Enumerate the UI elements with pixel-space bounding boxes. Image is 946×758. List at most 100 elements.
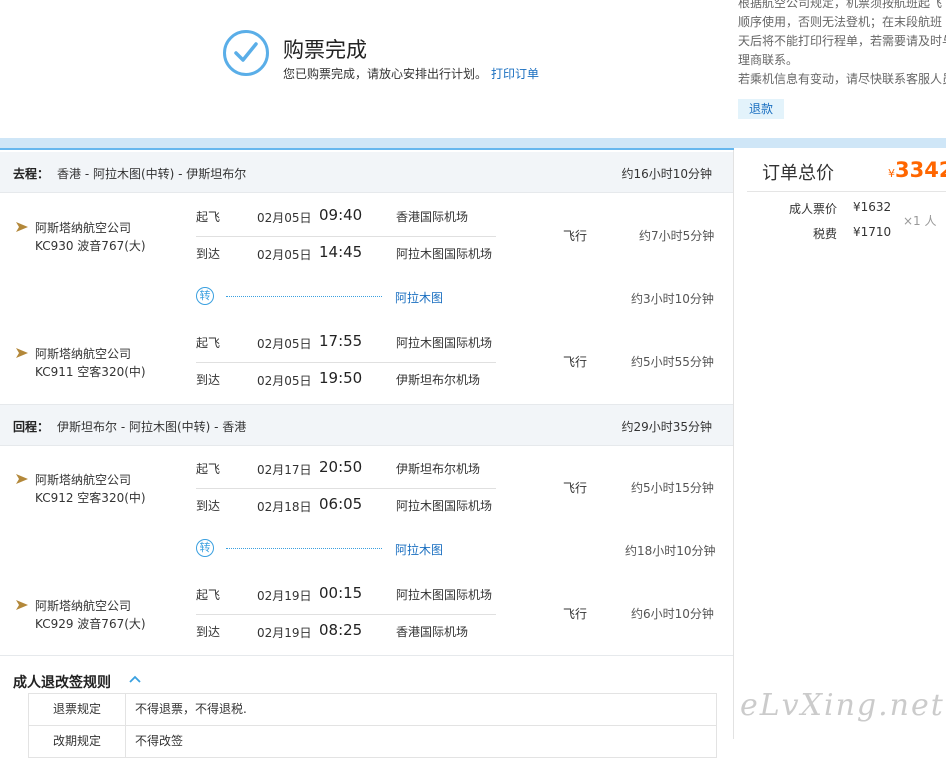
print-order-link[interactable]: 打印订单 bbox=[491, 65, 539, 82]
notice-line: 顺序使用，否则无法登机；在末段航班 bbox=[738, 15, 943, 29]
outbound-total-duration: 约16小时10分钟 bbox=[621, 167, 712, 181]
depart-label: 起飞 bbox=[196, 588, 221, 602]
arrive-time: 06:05 bbox=[319, 495, 363, 513]
arrive-date: 02月19日 bbox=[257, 626, 312, 640]
notice-line: 根据航空公司规定，机票须按航班起飞 bbox=[738, 0, 943, 10]
flight-duration: 约7小时5分钟 bbox=[639, 229, 715, 243]
fly-label: 飞行 bbox=[563, 355, 588, 369]
arrive-date: 02月05日 bbox=[257, 248, 312, 262]
arrive-date: 02月05日 bbox=[257, 374, 312, 388]
arrive-airport: 阿拉木图国际机场 bbox=[396, 247, 493, 261]
return-route: 伊斯坦布尔 - 阿拉木图(中转) - 香港 bbox=[57, 420, 247, 434]
airline-name: 阿斯塔纳航空公司 bbox=[35, 599, 132, 613]
arrive-airport: 伊斯坦布尔机场 bbox=[396, 373, 481, 387]
ticket-notice: 根据航空公司规定，机票须按航班起飞 顺序使用，否则无法登机；在末段航班 天后将不… bbox=[738, 0, 946, 89]
depart-time: 09:40 bbox=[319, 206, 363, 224]
depart-time: 00:15 bbox=[319, 584, 363, 602]
notice-line: 理商联系。 bbox=[738, 53, 799, 67]
depart-airport: 伊斯坦布尔机场 bbox=[396, 462, 481, 476]
success-check-icon bbox=[223, 30, 269, 76]
depart-label: 起飞 bbox=[196, 336, 221, 350]
depart-date: 02月19日 bbox=[257, 589, 312, 603]
transfer-dotted-line bbox=[226, 548, 382, 549]
flight-duration: 约5小时55分钟 bbox=[631, 355, 714, 369]
arrive-label: 到达 bbox=[196, 499, 221, 513]
airline-logo-icon bbox=[16, 222, 28, 232]
depart-airport: 香港国际机场 bbox=[396, 210, 469, 224]
arrive-time: 08:25 bbox=[319, 621, 363, 639]
outbound-header: 去程： 香港 - 阿拉木图(中转) - 伊斯坦布尔 约16小时10分钟 bbox=[0, 152, 733, 193]
section-divider bbox=[0, 655, 733, 656]
adult-fare-label: 成人票价 bbox=[789, 202, 838, 216]
arrive-airport: 香港国际机场 bbox=[396, 625, 469, 639]
return-header: 回程： 伊斯坦布尔 - 阿拉木图(中转) - 香港 约29小时35分钟 bbox=[0, 404, 733, 446]
arrive-label: 到达 bbox=[196, 373, 221, 387]
order-total-title: 订单总价 bbox=[762, 163, 834, 184]
depart-label: 起飞 bbox=[196, 210, 221, 224]
airline-name: 阿斯塔纳航空公司 bbox=[35, 221, 132, 235]
passenger-multiplier: ×1 人 bbox=[903, 214, 937, 228]
transfer-city[interactable]: 阿拉木图 bbox=[395, 541, 443, 558]
return-label: 回程： bbox=[13, 420, 50, 434]
flight-code: KC930 波音767(大) bbox=[35, 239, 146, 253]
depart-time: 20:50 bbox=[319, 458, 363, 476]
rule-value: 不得改签 bbox=[135, 734, 184, 748]
arrive-time: 14:45 bbox=[319, 243, 363, 261]
outbound-route: 香港 - 阿拉木图(中转) - 伊斯坦布尔 bbox=[57, 167, 247, 181]
rule-key: 退票规定 bbox=[29, 694, 126, 725]
chevron-up-icon[interactable] bbox=[128, 674, 142, 684]
tax-value: ¥1710 bbox=[853, 225, 892, 239]
airline-name: 阿斯塔纳航空公司 bbox=[35, 473, 132, 487]
row-divider bbox=[196, 488, 496, 489]
airline-logo-icon bbox=[16, 348, 28, 358]
tax-label: 税费 bbox=[813, 227, 838, 241]
flight-code: KC912 空客320(中) bbox=[35, 491, 146, 505]
transfer-icon: 转 bbox=[196, 539, 214, 557]
row-divider bbox=[196, 236, 496, 237]
order-divider bbox=[747, 191, 946, 192]
table-row: 退票规定 不得退票，不得退税. bbox=[28, 694, 717, 726]
row-divider bbox=[196, 614, 496, 615]
depart-date: 02月17日 bbox=[257, 463, 312, 477]
section-divider bbox=[0, 138, 946, 148]
watermark: eLvXing.net bbox=[740, 688, 945, 723]
depart-label: 起飞 bbox=[196, 462, 221, 476]
arrive-airport: 阿拉木图国际机场 bbox=[396, 499, 493, 513]
airline-logo-icon bbox=[16, 474, 28, 484]
depart-airport: 阿拉木图国际机场 bbox=[396, 336, 493, 350]
adult-fare-value: ¥1632 bbox=[853, 200, 892, 214]
fly-label: 飞行 bbox=[563, 229, 588, 243]
airline-name: 阿斯塔纳航空公司 bbox=[35, 347, 132, 361]
flight-duration: 约6小时10分钟 bbox=[631, 607, 714, 621]
depart-time: 17:55 bbox=[319, 332, 363, 350]
transfer-city[interactable]: 阿拉木图 bbox=[395, 289, 443, 306]
flight-code: KC929 波音767(大) bbox=[35, 617, 146, 631]
arrive-label: 到达 bbox=[196, 247, 221, 261]
rule-key: 改期规定 bbox=[29, 726, 126, 757]
arrive-date: 02月18日 bbox=[257, 500, 312, 514]
arrive-time: 19:50 bbox=[319, 369, 363, 387]
row-divider bbox=[196, 362, 496, 363]
notice-line: 若乘机信息有变动，请尽快联系客服人员 bbox=[738, 72, 946, 86]
column-divider bbox=[733, 150, 734, 739]
arrive-label: 到达 bbox=[196, 625, 221, 639]
depart-date: 02月05日 bbox=[257, 211, 312, 225]
flight-code: KC911 空客320(中) bbox=[35, 365, 146, 379]
transfer-duration: 约3小时10分钟 bbox=[631, 292, 714, 306]
notice-line: 天后将不能打印行程单，若需要请及时与 bbox=[738, 34, 946, 48]
return-total-duration: 约29小时35分钟 bbox=[621, 420, 712, 434]
fly-label: 飞行 bbox=[563, 607, 588, 621]
transfer-duration: 约18小时10分钟 bbox=[625, 544, 716, 558]
rules-table: 退票规定 不得退票，不得退税. 改期规定 不得改签 bbox=[28, 693, 717, 758]
transfer-icon: 转 bbox=[196, 287, 214, 305]
fly-label: 飞行 bbox=[563, 481, 588, 495]
success-title: 购票完成 bbox=[283, 38, 367, 62]
airline-logo-icon bbox=[16, 600, 28, 610]
depart-airport: 阿拉木图国际机场 bbox=[396, 588, 493, 602]
table-row: 改期规定 不得改签 bbox=[28, 726, 717, 758]
order-total-value: 3342 bbox=[895, 158, 946, 182]
transfer-dotted-line bbox=[226, 296, 382, 297]
refund-button[interactable]: 退款 bbox=[738, 99, 784, 119]
rule-value: 不得退票，不得退税. bbox=[135, 702, 247, 716]
outbound-label: 去程： bbox=[13, 167, 50, 181]
